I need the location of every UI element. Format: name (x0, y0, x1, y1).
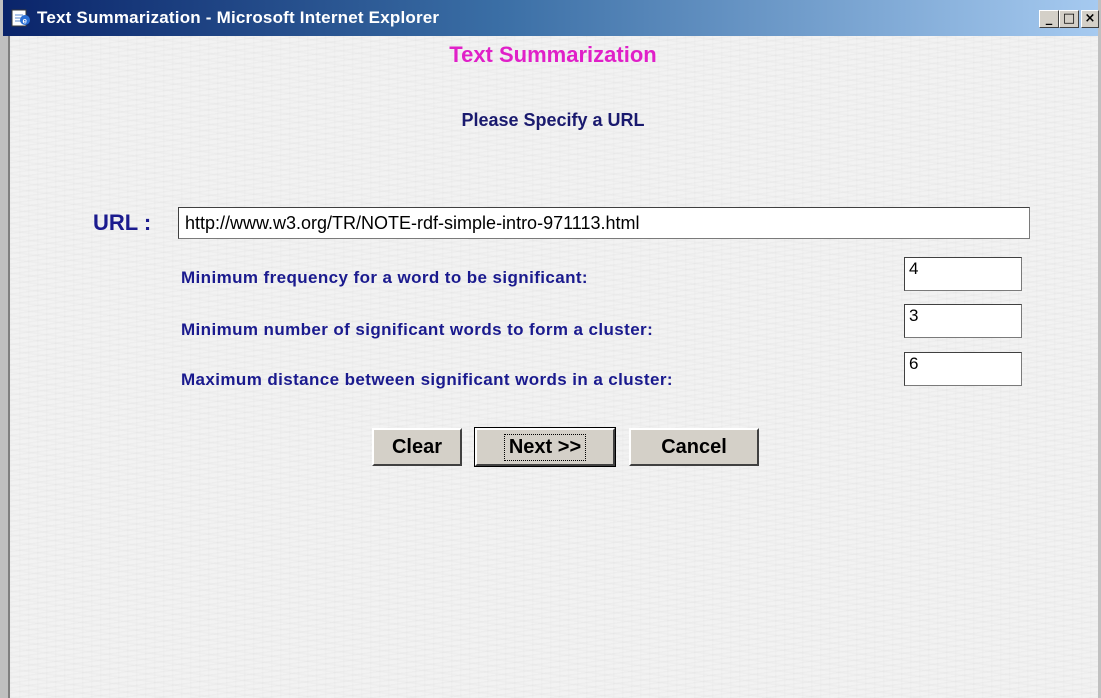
cancel-button[interactable]: Cancel (629, 428, 759, 466)
max-distance-label: Maximum distance between significant wor… (181, 370, 673, 389)
title-bar[interactable]: e Text Summarization - Microsoft Interne… (3, 0, 1099, 36)
close-button[interactable]: × (1081, 10, 1099, 28)
min-cluster-words-label: Minimum number of significant words to f… (181, 320, 654, 339)
minimize-button[interactable]: _ (1039, 10, 1059, 28)
next-button-label: Next >> (503, 433, 587, 461)
min-frequency-input[interactable] (904, 257, 1022, 291)
browser-window: e Text Summarization - Microsoft Interne… (0, 0, 1101, 698)
url-label: URL : (93, 210, 152, 235)
min-frequency-label: Minimum frequency for a word to be signi… (181, 268, 588, 287)
next-button[interactable]: Next >> (474, 427, 616, 467)
svg-text:e: e (23, 17, 28, 26)
page-subtitle: Please Specify a URL (461, 110, 645, 130)
clear-button[interactable]: Clear (372, 428, 462, 466)
page-title: Text Summarization (449, 42, 657, 67)
url-input[interactable] (178, 207, 1030, 239)
maximize-button[interactable]: □ (1059, 10, 1079, 28)
min-cluster-words-input[interactable] (904, 304, 1022, 338)
window-title: Text Summarization - Microsoft Internet … (37, 8, 440, 27)
max-distance-input[interactable] (904, 352, 1022, 386)
ie-page-icon: e (11, 8, 31, 28)
